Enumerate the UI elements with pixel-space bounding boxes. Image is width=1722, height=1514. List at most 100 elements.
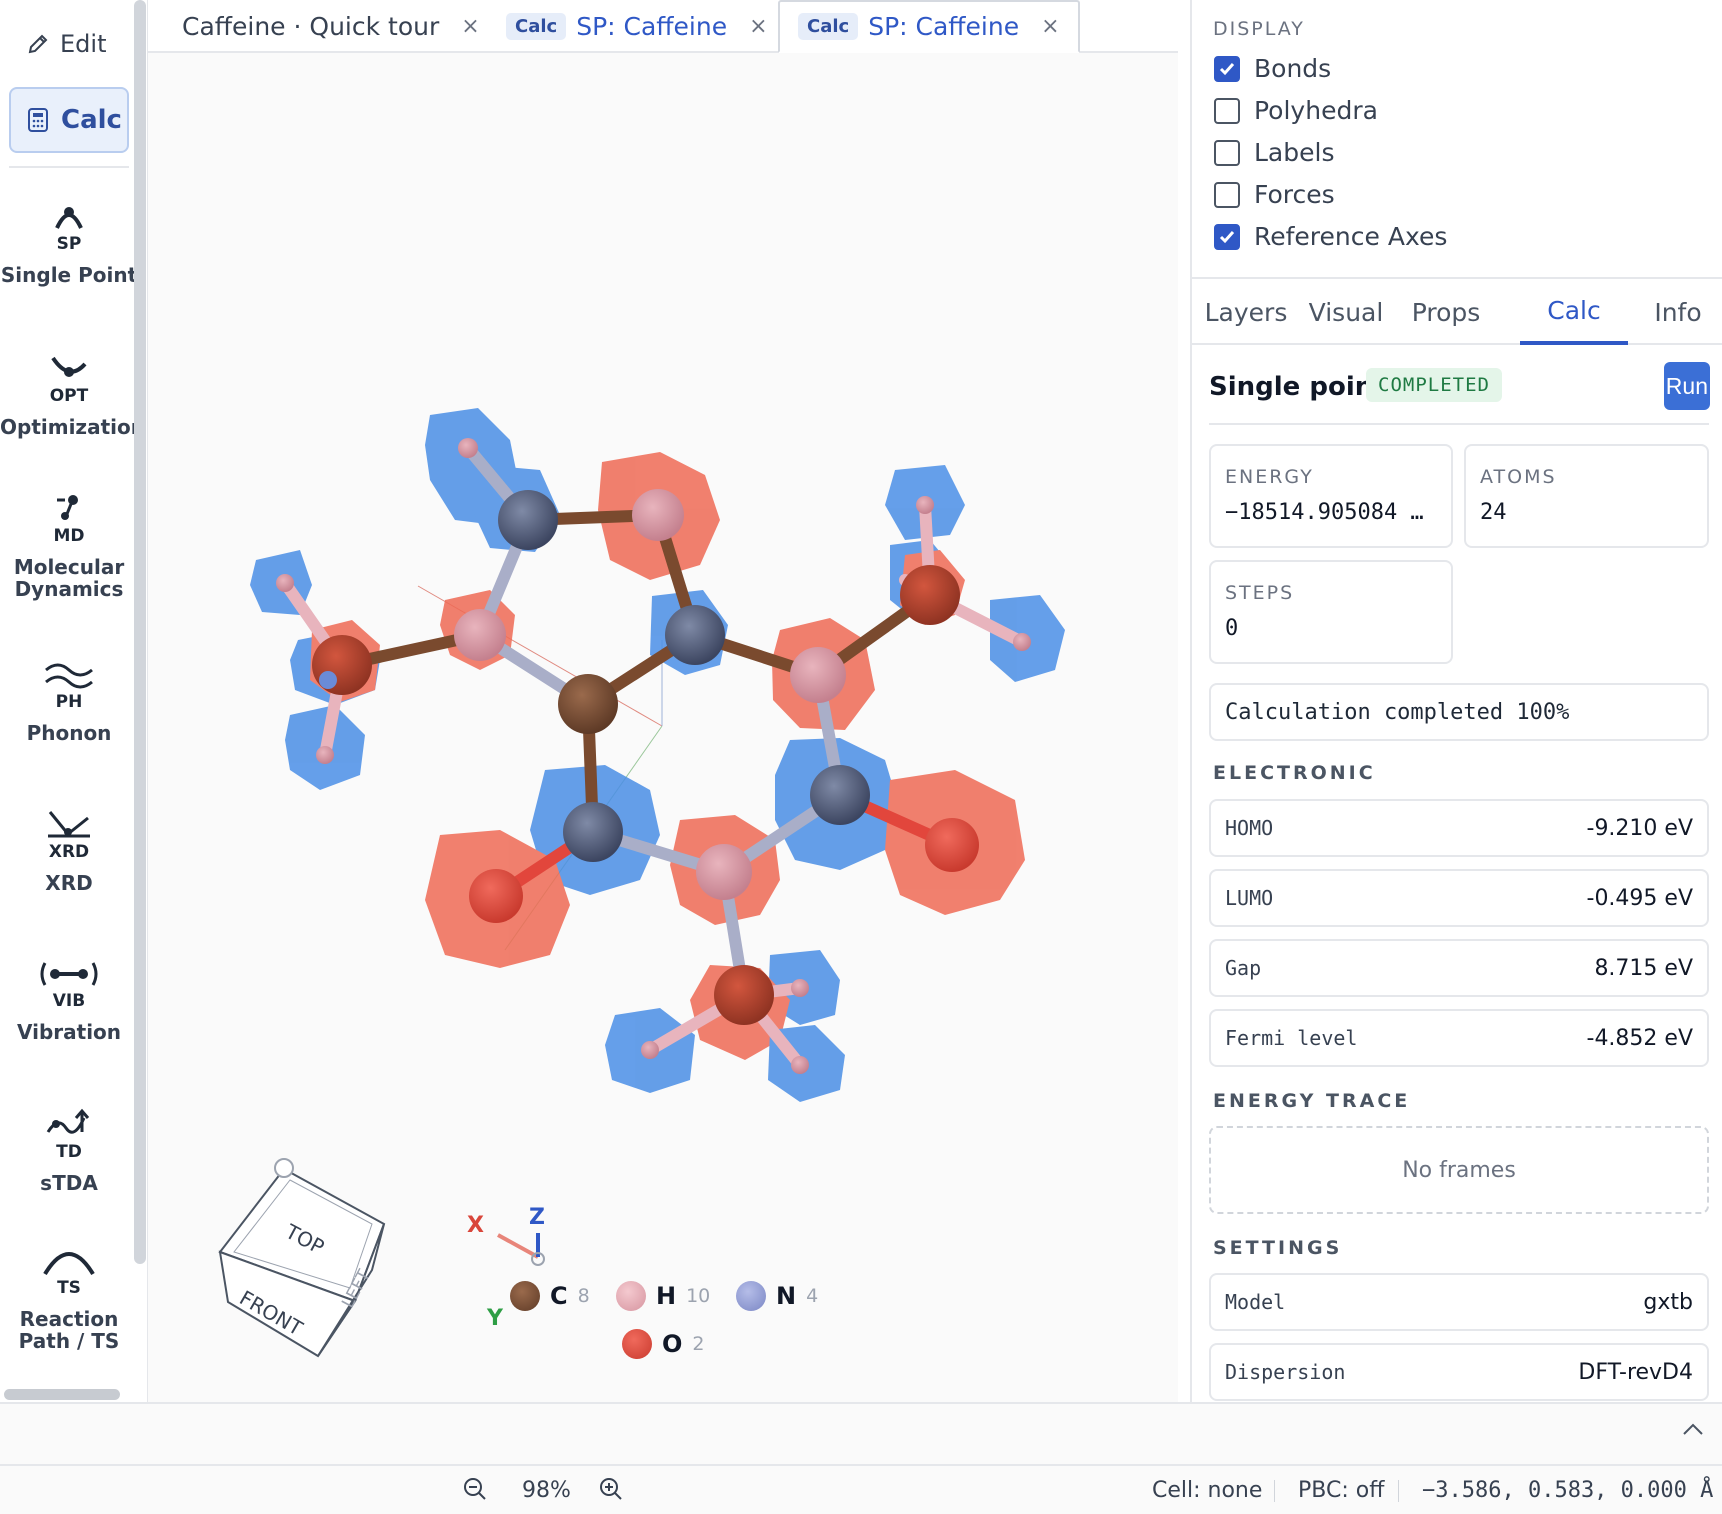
divider: [1209, 423, 1709, 425]
pbc-status: PBC: off: [1298, 1478, 1385, 1503]
tab-quick-tour[interactable]: Caffeine · Quick tour ×: [182, 0, 480, 53]
oxygen-swatch: [622, 1329, 652, 1359]
display-option-labels[interactable]: Labels: [1214, 138, 1334, 167]
bottom-drawer: [0, 1402, 1722, 1466]
legend-item-nitrogen: N 4: [736, 1281, 818, 1311]
edit-label: Edit: [60, 30, 107, 58]
chevron-up-icon[interactable]: [1682, 1422, 1704, 1436]
atoms-value: 24: [1480, 500, 1507, 525]
checkbox-unchecked-icon[interactable]: [1214, 139, 1240, 166]
steps-value: 0: [1225, 616, 1239, 641]
checkbox-checked-icon[interactable]: [1214, 223, 1240, 250]
zoom-out-icon[interactable]: [462, 1476, 488, 1502]
y-axis-label: Y: [486, 1306, 504, 1331]
tab-sp-caffeine-2[interactable]: Calc SP: Caffeine ×: [778, 0, 1080, 53]
zoom-in-icon[interactable]: [598, 1476, 624, 1502]
electronic-heading: ELECTRONIC: [1213, 762, 1376, 784]
close-icon[interactable]: ×: [749, 14, 767, 39]
tool-xrd[interactable]: XRD XRD: [0, 808, 138, 894]
energy-label: ENERGY: [1225, 466, 1314, 488]
cursor-coordinates: −3.586, 0.583, 0.000 Å: [1422, 1478, 1714, 1503]
axis-triad: X Z Y: [467, 1205, 545, 1331]
progress-status: Calculation completed 100%: [1209, 683, 1709, 741]
document-tab-bar: Caffeine · Quick tour × Calc SP: Caffein…: [148, 0, 1253, 53]
tool-reaction-path[interactable]: TS Reaction Path / TS: [0, 1244, 138, 1352]
calc-title: Single point: [1209, 372, 1386, 402]
calc-mode-button[interactable]: Calc: [9, 87, 129, 153]
display-option-polyhedra[interactable]: Polyhedra: [1214, 96, 1378, 125]
run-button[interactable]: Run: [1664, 362, 1710, 410]
panel-tab-bar: Layers Visual Props Calc Info: [1192, 277, 1722, 345]
status-bar: 98% Cell: none PBC: off −3.586, 0.583, 0…: [0, 1466, 1722, 1514]
cell-status: Cell: none: [1152, 1478, 1263, 1503]
energy-card: ENERGY −18514.905084 …: [1209, 444, 1453, 548]
calc-badge: Calc: [798, 13, 859, 40]
atoms-card: ATOMS 24: [1464, 444, 1709, 548]
checkbox-checked-icon[interactable]: [1214, 55, 1240, 82]
tab-layers[interactable]: Layers: [1192, 279, 1300, 345]
tool-molecular-dynamics[interactable]: MD Molecular Dynamics: [0, 492, 138, 600]
reaction-path-icon: [43, 1252, 95, 1276]
close-icon[interactable]: ×: [461, 14, 479, 39]
energy-value: −18514.905084 …: [1225, 500, 1424, 525]
z-axis-label: Z: [529, 1205, 545, 1230]
gap-row: Gap 8.715 eV: [1209, 939, 1709, 997]
stda-icon: [46, 1108, 90, 1134]
molecule-viewport[interactable]: TOP FRONT LEFT X Z Y C 8 H 10 N 4 O 2: [148, 53, 1178, 1402]
fermi-level-row: Fermi level -4.852 eV: [1209, 1009, 1709, 1067]
legend-item-carbon: C 8: [510, 1281, 590, 1311]
tool-optimization[interactable]: OPT Optimization: [0, 352, 145, 438]
edit-mode-button[interactable]: Edit: [14, 22, 132, 66]
view-cube-handle[interactable]: [274, 1158, 294, 1178]
display-option-forces[interactable]: Forces: [1214, 180, 1335, 209]
xrd-icon: [48, 811, 90, 838]
lumo-row: LUMO -0.495 eV: [1209, 869, 1709, 927]
molecular-dynamics-icon: [57, 495, 78, 520]
steps-label: STEPS: [1225, 582, 1295, 604]
zoom-level: 98%: [522, 1478, 571, 1503]
calc-badge: Calc: [506, 13, 567, 40]
settings-heading: SETTINGS: [1213, 1237, 1343, 1259]
pencil-icon: [28, 34, 48, 54]
dispersion-row: Dispersion DFT-revD4: [1209, 1343, 1709, 1401]
carbon-swatch: [510, 1281, 540, 1311]
x-axis-label: X: [467, 1213, 484, 1238]
hydrogen-swatch: [616, 1281, 646, 1311]
tool-vibration[interactable]: VIB Vibration: [0, 957, 138, 1043]
sidebar-horizontal-scrollbar[interactable]: [4, 1389, 120, 1400]
energy-trace-empty: No frames: [1209, 1126, 1709, 1214]
molecule-canvas[interactable]: TOP FRONT LEFT X Z Y: [148, 53, 1178, 1402]
tab-visual[interactable]: Visual: [1300, 279, 1392, 345]
model-row: Model gxtb: [1209, 1273, 1709, 1331]
display-option-bonds[interactable]: Bonds: [1214, 54, 1331, 83]
legend-item-oxygen: O 2: [622, 1329, 705, 1359]
status-badge: COMPLETED: [1366, 368, 1502, 402]
single-point-icon: [55, 207, 83, 229]
checkbox-unchecked-icon[interactable]: [1214, 181, 1240, 208]
display-heading: DISPLAY: [1213, 18, 1305, 40]
nitrogen-swatch: [736, 1281, 766, 1311]
tab-info[interactable]: Info: [1632, 279, 1722, 345]
checkbox-unchecked-icon[interactable]: [1214, 97, 1240, 124]
properties-panel: DISPLAY Bonds Polyhedra Labels Forces Re…: [1190, 0, 1722, 1402]
view-cube[interactable]: TOP FRONT LEFT: [218, 1158, 386, 1358]
tool-single-point[interactable]: SP Single Point: [0, 200, 138, 286]
steps-card: STEPS 0: [1209, 560, 1453, 664]
phonon-icon: [45, 663, 93, 689]
tool-phonon[interactable]: PH Phonon: [0, 658, 138, 744]
sidebar-scrollbar[interactable]: [134, 0, 146, 1264]
vibration-icon: [40, 962, 98, 986]
display-option-reference-axes[interactable]: Reference Axes: [1214, 222, 1447, 251]
homo-row: HOMO -9.210 eV: [1209, 799, 1709, 857]
tool-stda[interactable]: TD sTDA: [0, 1108, 138, 1194]
calculator-icon: [28, 108, 48, 132]
tab-sp-caffeine-1[interactable]: Calc SP: Caffeine ×: [506, 0, 768, 53]
divider: [1274, 1480, 1275, 1502]
tab-title: Caffeine · Quick tour: [182, 12, 440, 41]
atoms-label: ATOMS: [1480, 466, 1557, 488]
close-icon[interactable]: ×: [1041, 14, 1059, 39]
tab-title: SP: Caffeine: [868, 12, 1020, 41]
tab-props[interactable]: Props: [1392, 279, 1500, 345]
tab-calc[interactable]: Calc: [1520, 279, 1628, 345]
energy-trace-heading: ENERGY TRACE: [1213, 1090, 1411, 1112]
